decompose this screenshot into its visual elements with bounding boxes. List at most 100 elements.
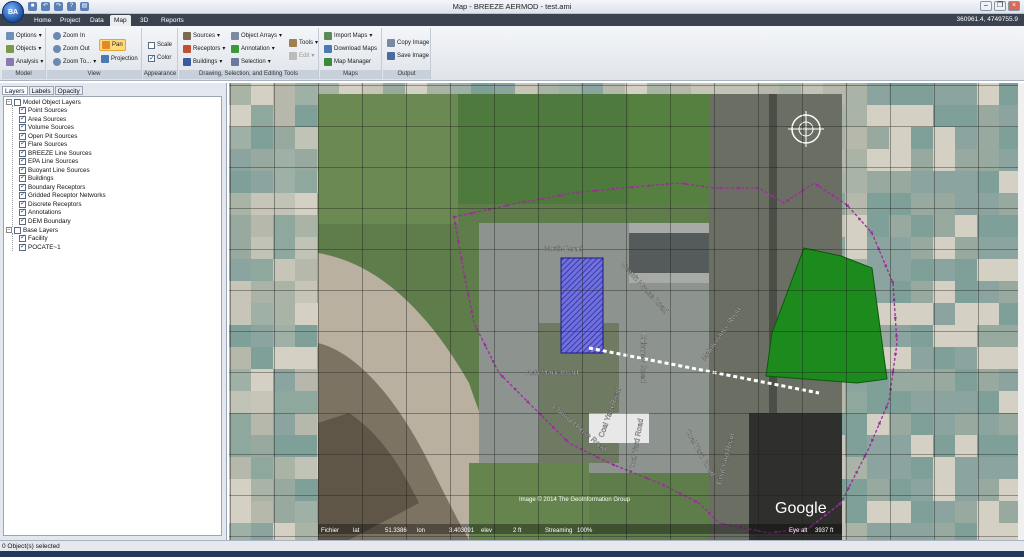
selection-icon	[231, 58, 239, 66]
sources-button[interactable]: Sources ▾	[181, 30, 222, 42]
tab-reports[interactable]: Reports	[157, 15, 188, 26]
import-maps-button[interactable]: Import Maps ▾	[322, 30, 374, 42]
tree-group-base[interactable]: − Base Layers	[6, 226, 58, 235]
restore-icon[interactable]: ❐	[994, 1, 1006, 11]
view-group: Zoom In Zoom Out Zoom To... ▾ Pan Project…	[47, 28, 142, 79]
buildings-icon	[183, 58, 191, 66]
layer-item[interactable]: Area Sources	[19, 114, 66, 124]
annotation-button[interactable]: Annotation ▾	[229, 43, 277, 55]
imagery-status-text: lon	[417, 528, 425, 534]
copy-image-icon	[387, 39, 395, 47]
color-checkbox[interactable]: Color	[146, 52, 173, 65]
application-menu-button[interactable]: BA	[2, 1, 24, 23]
layer-check[interactable]	[19, 242, 26, 251]
layer-item[interactable]: Discrete Receptors	[19, 199, 82, 209]
road-label: Ash Plant Road	[526, 368, 578, 377]
map-copyright: Image © 2014 The GeoInformation Group	[519, 496, 631, 503]
objects-icon	[6, 45, 14, 53]
tab-3d[interactable]: 3D	[136, 15, 152, 26]
layer-item[interactable]: Volume Sources	[19, 122, 74, 133]
scale-check[interactable]	[148, 41, 155, 49]
imagery-status-text: 51.3386	[385, 528, 407, 534]
tab-project[interactable]: Project	[56, 15, 84, 26]
save-image-button[interactable]: Save Image	[385, 50, 431, 62]
status-bar: 0 Object(s) selected	[0, 540, 1024, 551]
projection-button[interactable]: Projection	[99, 53, 140, 65]
title-bar: ■ ↶ ↷ ? ▤ Map - BREEZE AERMOD - test.ami…	[0, 0, 1024, 14]
tools-icon	[289, 39, 297, 47]
layer-item[interactable]: Open Pit Sources	[19, 131, 77, 141]
layer-item[interactable]: Gridded Receptor Networks	[19, 190, 106, 201]
layer-item[interactable]: POCATE~1	[19, 242, 61, 252]
close-icon[interactable]: ×	[1008, 1, 1020, 11]
imagery-status-text: Streaming	[545, 528, 572, 534]
google-logo: Google	[775, 500, 827, 517]
tab-map[interactable]: Map	[110, 15, 131, 26]
layer-item[interactable]: Flare Sources	[19, 139, 67, 150]
tab-data[interactable]: Data	[86, 15, 108, 26]
layer-item[interactable]: BREEZE Line Sources	[19, 148, 92, 158]
layer-check[interactable]	[19, 216, 26, 225]
download-maps-button[interactable]: Download Maps	[322, 43, 379, 55]
layer-item[interactable]: Buoyant Line Sources	[19, 165, 90, 175]
scale-checkbox[interactable]: Scale	[146, 39, 174, 51]
pan-hand-icon	[102, 41, 110, 49]
tools-button[interactable]: Tools ▾	[287, 37, 320, 49]
map-canvas[interactable]: North RoadSwitch House RoadChimney Road M…	[229, 83, 1018, 540]
tree-group-model[interactable]: − Model Object Layers	[6, 98, 81, 107]
view-group-caption: View	[47, 70, 141, 79]
map-view[interactable]: North Road Switch House Road Chimney Road M…	[229, 83, 1018, 540]
receptors-button[interactable]: Receptors ▾	[181, 43, 227, 55]
imagery-status-text: elev	[481, 528, 492, 534]
tab-home[interactable]: Home	[30, 15, 55, 26]
edit-icon	[289, 52, 297, 60]
object-arrays-button[interactable]: Object Arrays ▾	[229, 30, 284, 42]
imagery-status-text: 100%	[577, 528, 593, 534]
layer-item[interactable]: Boundary Receptors	[19, 182, 85, 192]
zoom-to-button[interactable]: Zoom To... ▾	[51, 56, 98, 68]
copy-image-button[interactable]: Copy Image	[385, 37, 431, 49]
zoom-in-button[interactable]: Zoom In	[51, 30, 87, 42]
sources-icon	[183, 32, 191, 40]
annotation-icon	[231, 45, 239, 53]
appearance-group: Scale Color Appearance	[143, 28, 178, 79]
analysis-button[interactable]: Analysis ▾	[4, 56, 45, 68]
color-check[interactable]	[148, 53, 155, 65]
edit-button[interactable]: Edit ▾	[287, 50, 316, 62]
model-group-caption: Model	[2, 70, 45, 79]
layer-item[interactable]: DEM Boundary	[19, 216, 71, 226]
status-text: 0 Object(s) selected	[2, 543, 60, 550]
imagery-status-text: 3.403091	[449, 528, 475, 534]
zoom-out-button[interactable]: Zoom Out	[51, 43, 92, 55]
map-manager-button[interactable]: Map Manager	[322, 56, 373, 68]
selection-button[interactable]: Selection ▾	[229, 56, 273, 68]
drawing-group-caption: Drawing, Selection, and Editing Tools	[179, 70, 318, 79]
tab-layers[interactable]: Layers	[2, 86, 28, 95]
model-group: Options ▾ Objects ▾ Analysis ▾ Model	[2, 28, 46, 79]
save-image-icon	[387, 52, 395, 60]
cursor-coordinates: 360961.4, 4749755.9	[956, 16, 1018, 23]
layer-item[interactable]: EPA Line Sources	[19, 156, 78, 167]
analysis-icon	[6, 58, 14, 66]
options-button[interactable]: Options ▾	[4, 30, 44, 42]
layer-item[interactable]: Point Sources	[19, 105, 67, 116]
layers-tree: − Model Object Layers Point SourcesArea …	[3, 96, 222, 536]
drawing-group: Sources ▾ Receptors ▾ Buildings ▾ Object Ar…	[179, 28, 319, 79]
buildings-button[interactable]: Buildings ▾	[181, 56, 224, 68]
collapse-icon[interactable]: −	[6, 99, 12, 106]
objects-button[interactable]: Objects ▾	[4, 43, 43, 55]
pan-button[interactable]: Pan	[99, 39, 126, 51]
map-scrollbar[interactable]	[1018, 83, 1024, 540]
minimize-icon[interactable]: –	[980, 1, 992, 11]
taskbar	[0, 551, 1024, 557]
maps-group: Import Maps ▾ Download Maps Map Manager M…	[320, 28, 382, 79]
zoom-out-icon	[53, 45, 61, 53]
receptors-icon	[183, 45, 191, 53]
imagery-status-text: Fichier	[321, 528, 339, 534]
layers-panel: Layers Labels Opacity − Model Object Lay…	[0, 83, 227, 540]
maps-group-caption: Maps	[320, 70, 381, 79]
imagery-status-text: lat	[353, 528, 360, 534]
tab-opacity[interactable]: Opacity	[54, 86, 83, 95]
collapse-icon[interactable]: −	[6, 227, 12, 234]
tab-labels[interactable]: Labels	[28, 86, 54, 95]
